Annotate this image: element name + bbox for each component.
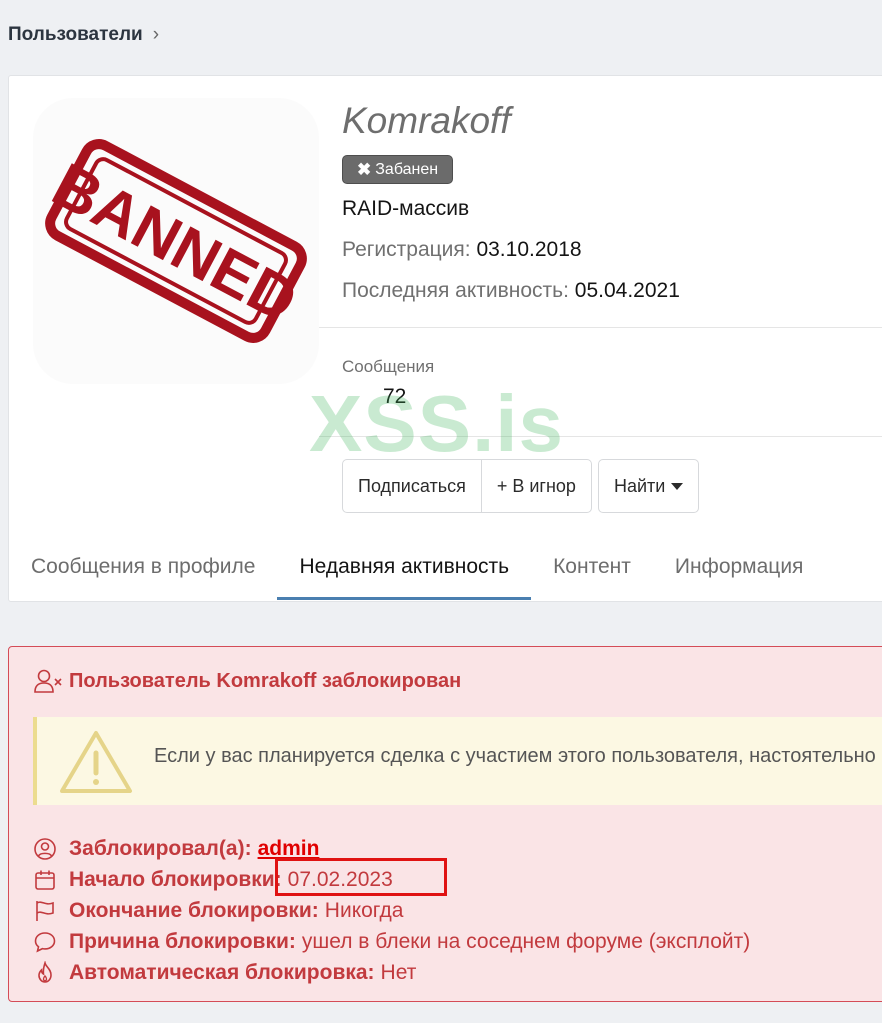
- ban-start-value: 07.02.2023: [287, 867, 393, 891]
- messages-stat-label: Сообщения: [342, 357, 435, 376]
- banned-by-link[interactable]: admin: [258, 837, 320, 861]
- warning-icon: [60, 731, 132, 793]
- user-circle-icon: [33, 837, 61, 861]
- last-activity-value: 05.04.2021: [574, 279, 680, 302]
- user-title: RAID-массив: [342, 197, 470, 220]
- banned-badge-label: Забанен: [375, 161, 439, 178]
- fire-icon: [33, 960, 61, 985]
- profile-actions: Подписаться + В игнор Найти: [342, 459, 700, 513]
- chevron-right-icon: ›: [152, 24, 160, 45]
- close-icon: ✖: [357, 160, 372, 179]
- breadcrumb-users[interactable]: Пользователи: [8, 24, 143, 46]
- ban-reason-row: Причина блокировки: ушел в блеки на сосе…: [33, 926, 750, 957]
- messages-stat-value[interactable]: 72: [383, 385, 406, 409]
- tab-recent-activity[interactable]: Недавняя активность: [277, 534, 531, 600]
- find-button[interactable]: Найти: [597, 459, 700, 513]
- banned-badge: ✖ Забанен: [342, 155, 454, 184]
- banned-stamp-image: BANNED: [42, 139, 308, 343]
- watermark: XSS.is: [309, 379, 565, 468]
- registration-label: Регистрация:: [342, 238, 471, 261]
- warning-text: Если у вас планируется сделка с участием…: [154, 745, 876, 767]
- last-activity-label: Последняя активность:: [342, 279, 569, 302]
- profile-tabs: Сообщения в профиле Недавняя активность …: [9, 534, 882, 600]
- calendar-icon: [33, 868, 61, 892]
- ban-details: Заблокировал(а): admin Начало блокировки…: [33, 833, 750, 988]
- divider: [319, 436, 882, 437]
- auto-ban-value: Нет: [380, 960, 417, 984]
- tab-profile-posts[interactable]: Сообщения в профиле: [9, 534, 277, 600]
- breadcrumb: Пользователи ›: [8, 24, 159, 46]
- divider: [319, 327, 882, 328]
- user-ban-icon: [34, 669, 62, 693]
- banned-by-row: Заблокировал(а): admin: [33, 833, 750, 864]
- caret-down-icon: [671, 482, 684, 490]
- ban-notice-header: Пользователь Komrakoff заблокирован: [33, 668, 461, 694]
- tab-information[interactable]: Информация: [653, 534, 826, 600]
- ban-end-label: Окончание блокировки:: [69, 898, 319, 922]
- ban-end-row: Окончание блокировки: Никогда: [33, 895, 750, 926]
- subscribe-button[interactable]: Подписаться: [342, 459, 482, 513]
- ban-end-value: Никогда: [324, 898, 404, 922]
- ban-reason-label: Причина блокировки:: [69, 929, 296, 953]
- ban-reason-value: ушел в блеки на соседнем форуме (эксплой…: [301, 929, 751, 953]
- ban-start-row: Начало блокировки: 07.02.2023: [33, 864, 750, 895]
- flag-icon: [33, 899, 61, 923]
- registration-row: Регистрация: 03.10.2018: [342, 238, 582, 262]
- last-activity-row: Последняя активность: 05.04.2021: [342, 279, 680, 303]
- ignore-button[interactable]: + В игнор: [481, 459, 592, 513]
- registration-value: 03.10.2018: [476, 238, 582, 261]
- username: Komrakoff: [342, 100, 511, 141]
- banned-by-label: Заблокировал(а):: [69, 836, 252, 860]
- avatar[interactable]: BANNED: [33, 98, 319, 384]
- warning-box: Если у вас планируется сделка с участием…: [33, 717, 882, 805]
- ban-start-label: Начало блокировки:: [69, 867, 282, 891]
- profile-card: BANNED Komrakoff ✖ Забанен RAID-массив Р…: [8, 75, 882, 602]
- find-button-label: Найти: [613, 475, 666, 496]
- auto-ban-label: Автоматическая блокировка:: [69, 960, 375, 984]
- comment-icon: [33, 930, 61, 954]
- ban-notice-title: Пользователь Komrakoff заблокирован: [69, 669, 462, 692]
- tab-content[interactable]: Контент: [531, 534, 653, 600]
- auto-ban-row: Автоматическая блокировка: Нет: [33, 957, 750, 988]
- ban-notice: Пользователь Komrakoff заблокирован Если…: [8, 646, 882, 1002]
